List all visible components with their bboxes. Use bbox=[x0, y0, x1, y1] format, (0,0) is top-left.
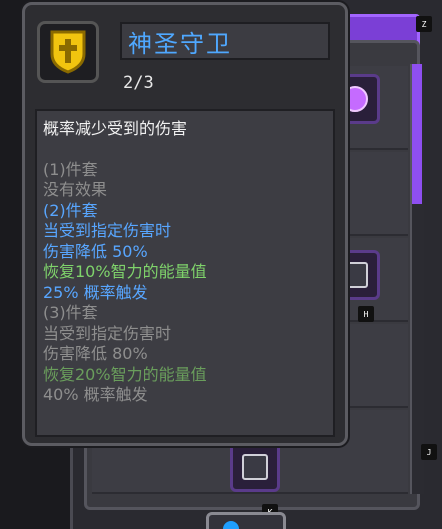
tier-effect-line: 当受到指定伤害时 bbox=[43, 221, 172, 240]
shield-cross-icon bbox=[50, 30, 86, 74]
set-icon-frame bbox=[37, 21, 99, 83]
tier-effect-line: 伤害降低 80% bbox=[43, 344, 148, 363]
set-tiers: (1)件套 没有效果 (2)件套 当受到指定伤害时 伤害降低 50% 恢复10%智力的能量… bbox=[43, 160, 327, 406]
set-description-box: 概率减少受到的伤害 (1)件套 没有效果 (2)件套 当受到指定伤害时 伤害降低 50%… bbox=[35, 109, 335, 437]
key-hint-h: H bbox=[358, 306, 374, 322]
tier-header: (2)件套 bbox=[43, 200, 98, 220]
tier-header: (3)件套 bbox=[43, 303, 98, 322]
set-piece-count: 2/3 bbox=[123, 73, 154, 93]
set-title: 神圣守卫 bbox=[128, 29, 232, 58]
action-icon bbox=[223, 521, 239, 529]
set-title-box: 神圣守卫 bbox=[120, 22, 330, 60]
tier-effect-line: 没有效果 bbox=[43, 180, 108, 199]
item-slot[interactable] bbox=[230, 442, 280, 492]
scrollbar-thumb[interactable] bbox=[412, 64, 422, 204]
set-description: 概率减少受到的伤害 bbox=[43, 119, 188, 138]
tier-effect-line: 40% 概率触发 bbox=[43, 385, 148, 404]
tier-header: (1)件套 bbox=[43, 159, 98, 179]
item-set-tooltip: 神圣守卫 2/3 概率减少受到的伤害 (1)件套 没有效果 (2)件套 当受到指定伤害… bbox=[22, 2, 348, 446]
tier-effect-line: 恢复10%智力的能量值 bbox=[43, 262, 207, 281]
armor-item-icon bbox=[242, 454, 268, 480]
bottom-action-button[interactable] bbox=[206, 512, 286, 529]
tier-effect-line: 25% 概率触发 bbox=[43, 282, 148, 302]
tier-effect-line: 恢复20%智力的能量值 bbox=[43, 364, 207, 384]
tier-effect-line: 当受到指定伤害时 bbox=[43, 323, 172, 343]
tier-effect-line: 伤害降低 50% bbox=[43, 241, 148, 261]
key-hint-j: J bbox=[421, 444, 437, 460]
key-hint-z: Z bbox=[416, 16, 432, 32]
